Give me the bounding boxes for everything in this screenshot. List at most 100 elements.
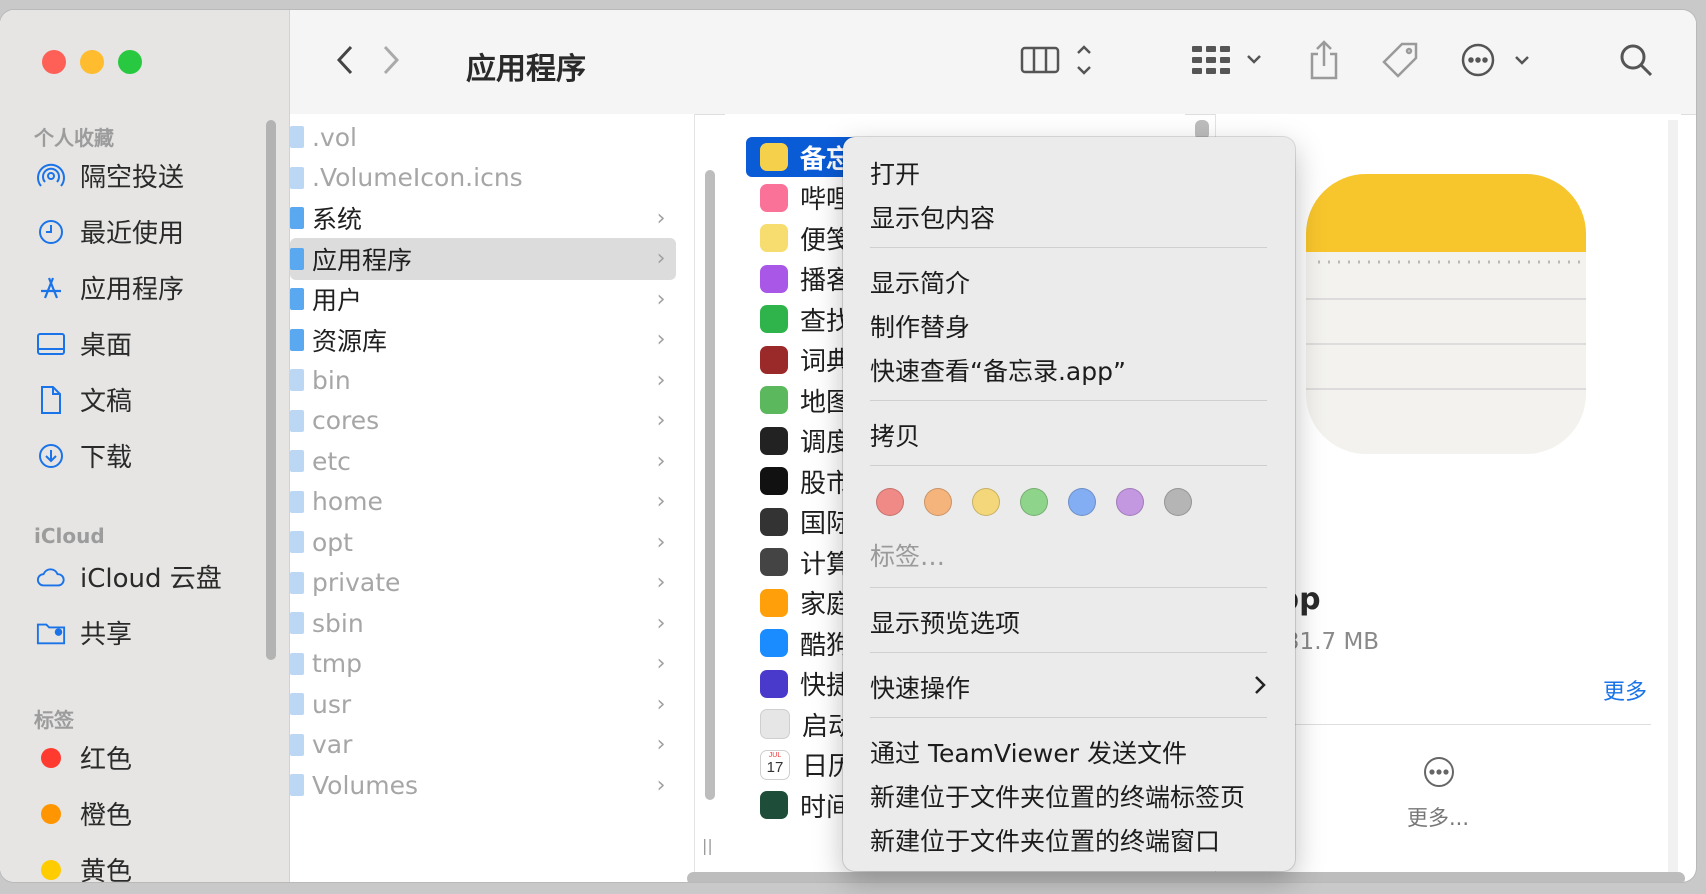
menu-item-teamviewer-send[interactable]: 通过 TeamViewer 发送文件 — [870, 734, 1187, 770]
preview-more-button[interactable]: 更多... — [1407, 754, 1469, 834]
list-item[interactable]: 计算 — [760, 542, 852, 582]
list-item[interactable]: sbin › — [290, 602, 676, 644]
list-item[interactable]: 国际 — [760, 502, 852, 542]
list-item[interactable]: etc › — [290, 440, 676, 482]
back-button[interactable] — [330, 40, 360, 80]
list-item[interactable]: 资源库 › — [290, 319, 676, 361]
folder-icon — [290, 733, 304, 756]
color-tag-orange[interactable] — [924, 488, 952, 516]
list-item[interactable]: bin › — [290, 359, 676, 401]
list-item[interactable]: 启动 — [760, 704, 854, 744]
list-item[interactable]: 哔哩 — [760, 178, 852, 218]
sidebar-scrollbar[interactable] — [266, 120, 276, 660]
list-item[interactable]: .VolumeIcon.icns — [290, 157, 676, 199]
list-item-label: 应用程序 — [312, 245, 413, 275]
chevron-right-icon: › — [656, 529, 666, 555]
list-item[interactable]: tmp › — [290, 643, 676, 685]
color-tag-yellow[interactable] — [972, 488, 1000, 516]
chevron-right-icon: › — [656, 327, 666, 352]
list-item[interactable]: 便笺 — [760, 218, 852, 258]
list-item[interactable]: 家庭 — [760, 583, 852, 623]
list-item-label: etc — [312, 446, 351, 476]
sidebar-item-applications[interactable]: 应用程序 — [36, 269, 184, 306]
airdrop-icon — [36, 161, 66, 191]
list-item[interactable]: 调度 — [760, 421, 852, 461]
more-actions-button[interactable] — [1460, 40, 1536, 80]
menu-item-show-view-options[interactable]: 显示预览选项 — [870, 604, 1020, 640]
menu-item-open[interactable]: 打开 — [870, 155, 920, 191]
color-tag-blue[interactable] — [1068, 488, 1096, 516]
minimize-button[interactable] — [80, 50, 104, 74]
list-item[interactable]: 词典 — [760, 340, 852, 380]
color-tag-green[interactable] — [1020, 488, 1048, 516]
list-item[interactable]: 股市 — [760, 461, 852, 501]
list-item[interactable]: opt › — [290, 521, 676, 563]
menu-item-copy[interactable]: 拷贝 — [870, 417, 920, 453]
preview-more-link[interactable]: 更多 — [1603, 674, 1647, 706]
list-item[interactable]: private › — [290, 562, 676, 604]
folder-icon — [290, 652, 304, 675]
menu-item-make-alias[interactable]: 制作替身 — [870, 308, 970, 344]
list-item[interactable]: 时间 — [760, 785, 852, 825]
menu-item-get-info[interactable]: 显示简介 — [870, 264, 970, 300]
column-root-scrollbar[interactable] — [705, 170, 715, 800]
list-item[interactable]: 快捷 — [760, 664, 852, 704]
close-button[interactable] — [42, 50, 66, 74]
tag-button[interactable] — [1378, 38, 1422, 82]
list-item[interactable]: home › — [290, 481, 676, 523]
list-item-label: .VolumeIcon.icns — [312, 163, 523, 192]
list-item[interactable]: 酷狗 — [760, 623, 852, 663]
zoom-button[interactable] — [118, 50, 142, 74]
chevron-right-icon: › — [656, 448, 666, 474]
list-item[interactable]: 用户 › — [290, 278, 676, 320]
column-root: .vol .VolumeIcon.icns 系统 › 应用程序 › 用户 › 资源库 › bin › c… — [290, 114, 695, 882]
list-item[interactable]: usr › — [290, 683, 676, 725]
view-mode-button[interactable] — [1020, 40, 1100, 80]
list-item[interactable]: var › — [290, 724, 676, 766]
menu-item-tags[interactable]: 标签… — [870, 537, 945, 573]
cloud-icon — [36, 562, 66, 592]
share-button[interactable] — [1304, 38, 1344, 82]
sidebar-item-documents[interactable]: 文稿 — [36, 381, 132, 418]
search-button[interactable] — [1616, 40, 1656, 80]
list-item[interactable]: 查找 — [760, 299, 852, 339]
grid-icon — [1192, 46, 1261, 74]
sidebar-item-shared[interactable]: 共享 — [36, 614, 132, 651]
horizontal-scrollbar[interactable] — [687, 872, 1685, 882]
color-tag-purple[interactable] — [1116, 488, 1144, 516]
chevron-right-icon: › — [656, 246, 666, 271]
list-item[interactable]: .vol — [290, 116, 676, 158]
list-item[interactable]: 系统 › — [290, 197, 676, 239]
color-tag-red[interactable] — [876, 488, 904, 516]
menu-item-show-package-contents[interactable]: 显示包内容 — [870, 199, 995, 235]
column-resize-handle[interactable]: || — [702, 836, 713, 855]
menu-item-new-terminal-tab[interactable]: 新建位于文件夹位置的终端标签页 — [870, 778, 1245, 814]
menu-item-new-terminal-window[interactable]: 新建位于文件夹位置的终端窗口 — [870, 822, 1220, 858]
sidebar-item-label: 隔空投送 — [80, 163, 185, 193]
list-item[interactable]: 应用程序 › — [290, 237, 676, 280]
list-item[interactable]: Volumes › — [290, 764, 676, 806]
list-item[interactable]: JUL 17 日历 — [760, 745, 854, 785]
sidebar-item-tag-yellow[interactable]: 黄色 — [36, 851, 132, 882]
list-item[interactable]: cores › — [290, 400, 676, 442]
sidebar-item-recents[interactable]: 最近使用 — [36, 213, 184, 250]
folder-icon — [290, 207, 304, 229]
chevron-right-icon: › — [656, 610, 666, 636]
sidebar-item-tag-red[interactable]: 红色 — [36, 739, 132, 776]
sidebar-item-downloads[interactable]: 下载 — [36, 437, 132, 474]
menu-item-quick-look[interactable]: 快速查看“备忘录.app” — [870, 352, 1126, 388]
sidebar-item-label: 黄色 — [80, 857, 133, 882]
ellipsis-circle-icon — [1461, 43, 1529, 77]
menu-separator — [870, 465, 1267, 466]
app-icon: JUL 17 — [760, 749, 790, 780]
sidebar-item-tag-orange[interactable]: 橙色 — [36, 795, 132, 832]
list-item[interactable]: 播客 — [760, 259, 852, 299]
color-tag-gray[interactable] — [1164, 488, 1192, 516]
forward-button[interactable] — [376, 40, 406, 80]
sidebar-item-icloud-drive[interactable]: iCloud 云盘 — [36, 558, 222, 595]
sidebar-item-airdrop[interactable]: 隔空投送 — [36, 157, 184, 194]
list-item[interactable]: 地图 — [760, 380, 852, 420]
sidebar-item-desktop[interactable]: 桌面 — [36, 325, 132, 362]
menu-item-quick-actions[interactable]: 快速操作 — [870, 669, 1267, 705]
group-button[interactable] — [1190, 40, 1270, 80]
